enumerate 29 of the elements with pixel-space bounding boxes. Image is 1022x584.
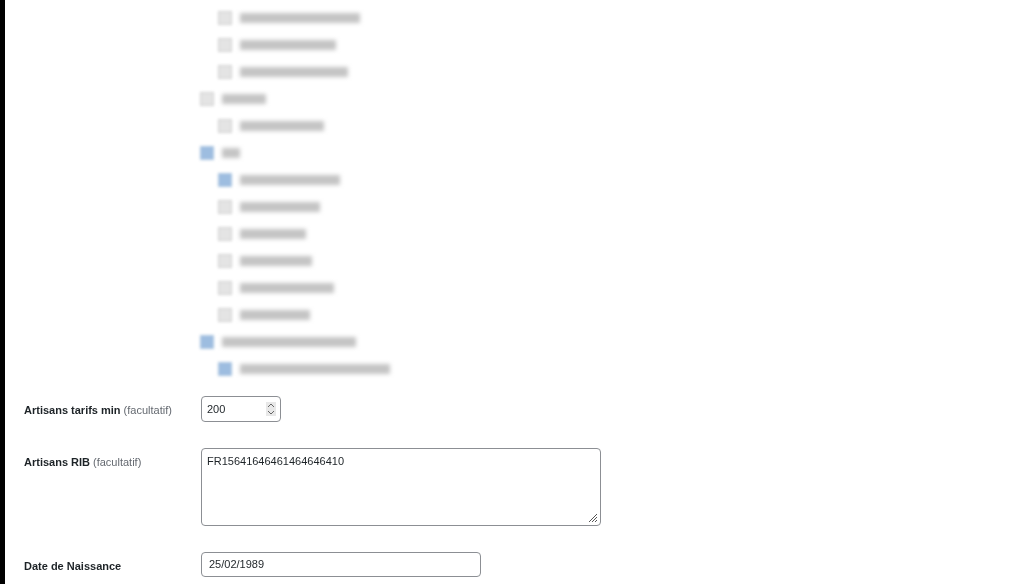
checkbox[interactable] bbox=[218, 226, 232, 241]
field-label: Artisans RIB bbox=[24, 456, 91, 468]
checkbox[interactable] bbox=[218, 307, 232, 322]
checkbox[interactable] bbox=[218, 118, 232, 133]
optional-hint: (facultatif) bbox=[123, 404, 172, 416]
optional-hint: (facultatif) bbox=[93, 456, 142, 468]
checkbox[interactable] bbox=[218, 10, 232, 25]
checkbox[interactable] bbox=[218, 37, 232, 52]
rib-textarea[interactable]: FR15641646461464646410 bbox=[201, 448, 601, 526]
checkbox[interactable] bbox=[200, 91, 214, 106]
field-label: Artisans tarifs min bbox=[24, 404, 121, 416]
checkbox[interactable] bbox=[200, 334, 214, 349]
checkbox[interactable] bbox=[200, 145, 214, 160]
blurred-label bbox=[240, 228, 306, 239]
blurred-label bbox=[240, 255, 312, 266]
checkbox[interactable] bbox=[218, 172, 232, 187]
checkbox[interactable] bbox=[218, 64, 232, 79]
blurred-label bbox=[222, 93, 266, 104]
date-field[interactable]: 25/02/1989 bbox=[201, 552, 481, 577]
number-field[interactable]: 200 bbox=[201, 396, 281, 422]
spinner-icon[interactable] bbox=[266, 402, 276, 416]
checkbox[interactable] bbox=[218, 199, 232, 214]
checkbox[interactable] bbox=[218, 253, 232, 268]
blurred-label bbox=[222, 147, 240, 158]
field-label: Date de Naissance bbox=[24, 560, 122, 572]
blurred-label bbox=[240, 309, 310, 320]
checkbox[interactable] bbox=[218, 361, 232, 376]
checkbox[interactable] bbox=[218, 280, 232, 295]
resize-handle-icon[interactable] bbox=[588, 513, 598, 523]
